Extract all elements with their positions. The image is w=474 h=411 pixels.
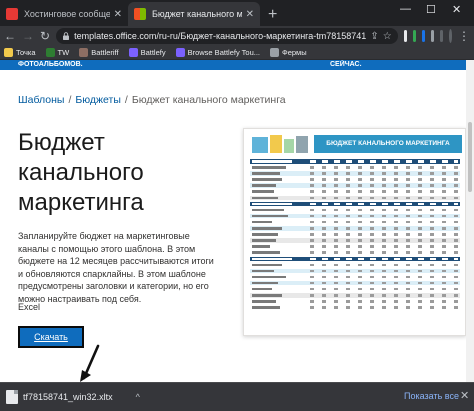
banner-text-right: СЕЙЧАС. <box>330 61 362 68</box>
preview-row <box>250 226 460 231</box>
preview-row <box>250 232 460 237</box>
back-button[interactable]: ← <box>4 28 16 44</box>
download-shelf: tf78158741_win32.xltx ^ Показать все ✕ <box>0 382 474 411</box>
new-tab-button[interactable]: + <box>268 4 277 26</box>
preview-table <box>250 159 460 311</box>
download-button[interactable]: Скачать <box>18 326 84 348</box>
preview-illustration-icon <box>252 135 308 153</box>
preview-row <box>250 299 460 304</box>
address-bar[interactable]: templates.office.com/ru-ru/Бюджет-каналь… <box>56 28 398 44</box>
sidebar-icon[interactable] <box>439 30 443 42</box>
file-icon <box>6 390 18 404</box>
tab-title: Бюджет канального маркетинг <box>152 9 242 19</box>
preview-row <box>250 305 460 310</box>
tab-strip: Хостинговое сообщество «Тим ✕ Бюджет кан… <box>0 0 474 26</box>
bookmark-icon <box>45 48 55 57</box>
preview-row <box>250 262 460 268</box>
preview-row <box>250 293 460 298</box>
maximize-button[interactable]: ☐ <box>426 3 436 16</box>
preview-row <box>250 177 460 182</box>
extension-green-icon[interactable] <box>412 30 416 42</box>
app-label: Excel <box>18 302 41 312</box>
minimize-button[interactable]: — <box>400 3 411 15</box>
tab-close-icon[interactable]: ✕ <box>246 9 254 20</box>
office-favicon-icon <box>134 8 146 20</box>
preview-row <box>250 171 460 176</box>
bookmarks-bar: Точка TW Battleriff Battlefy Browse Batt… <box>0 46 474 60</box>
bookmark-item[interactable]: Точка <box>4 48 36 57</box>
close-download-bar-icon[interactable]: ✕ <box>460 389 469 402</box>
share-icon[interactable]: ⇪ <box>370 31 378 42</box>
template-description: Запланируйте бюджет на маркетинговые кан… <box>18 231 214 304</box>
preview-row <box>250 250 460 255</box>
bookmark-icon <box>4 48 13 57</box>
download-filename[interactable]: tf78158741_win32.xltx <box>23 392 113 402</box>
extension-shield-icon[interactable] <box>421 30 425 42</box>
extension-icon[interactable] <box>403 30 407 42</box>
folder-icon <box>270 48 279 57</box>
preview-row <box>250 244 460 249</box>
preview-row <box>250 195 460 201</box>
tab-hosting-community[interactable]: Хостинговое сообщество «Тим ✕ <box>0 2 128 26</box>
preview-row <box>250 238 460 243</box>
bookmark-item[interactable]: TW <box>45 48 69 57</box>
preview-title: БЮДЖЕТ КАНАЛЬНОГО МАРКЕТИНГА <box>314 135 462 153</box>
page-title: Бюджет канального маркетинга <box>18 129 144 216</box>
bookmark-star-icon[interactable]: ☆ <box>383 31 392 42</box>
preview-row <box>250 256 460 261</box>
annotation-arrow-icon <box>80 344 100 382</box>
window-close-button[interactable]: ✕ <box>452 3 461 16</box>
reload-button[interactable]: ↻ <box>40 28 50 44</box>
web-page: ФОТОАЛЬБОМОВ. СЕЙЧАС. Шаблоны / Бюджеты … <box>0 60 474 382</box>
bookmark-icon <box>79 48 89 57</box>
preview-row <box>250 219 460 225</box>
breadcrumb-templates-link[interactable]: Шаблоны <box>18 94 64 106</box>
promo-banner: ФОТОАЛЬБОМОВ. СЕЙЧАС. <box>0 60 466 70</box>
tab-title: Хостинговое сообщество «Тим <box>24 9 110 19</box>
breadcrumb: Шаблоны / Бюджеты / Бюджет канального ма… <box>18 94 286 106</box>
chevron-up-icon[interactable]: ^ <box>136 392 140 402</box>
scrollbar-thumb[interactable] <box>468 122 472 192</box>
breadcrumb-separator: / <box>68 94 72 106</box>
bookmark-item[interactable]: Browse Battlefy Tou... <box>175 48 260 57</box>
preview-row <box>250 183 460 188</box>
banner-text-left: ФОТОАЛЬБОМОВ. <box>18 61 83 68</box>
preview-row <box>250 189 460 194</box>
tab-close-icon[interactable]: ✕ <box>114 9 122 20</box>
preview-row <box>250 280 460 286</box>
preview-row <box>250 201 460 207</box>
preview-row <box>250 274 460 280</box>
show-all-downloads-button[interactable]: Показать все <box>404 391 459 401</box>
breadcrumb-current: Бюджет канального маркетинга <box>131 94 286 106</box>
preview-row <box>250 165 460 170</box>
bookmark-icon <box>175 48 185 57</box>
breadcrumb-budgets-link[interactable]: Бюджеты <box>75 94 121 106</box>
download-item[interactable]: tf78158741_win32.xltx ^ <box>6 387 140 407</box>
url-text[interactable]: templates.office.com/ru-ru/Бюджет-каналь… <box>74 31 366 41</box>
bookmark-item[interactable]: Battleriff <box>79 48 119 57</box>
breadcrumb-separator: / <box>124 94 128 106</box>
preview-row <box>250 268 460 274</box>
browser-toolbar: ← → ↻ templates.office.com/ru-ru/Бюджет-… <box>0 26 474 46</box>
preview-row <box>250 213 460 219</box>
menu-button[interactable]: ⋮ <box>458 28 470 44</box>
page-scrollbar[interactable] <box>466 60 474 382</box>
puzzle-icon[interactable] <box>430 30 434 42</box>
hosting-favicon-icon <box>6 8 18 20</box>
forward-button[interactable]: → <box>22 28 34 44</box>
preview-row <box>250 207 460 213</box>
preview-row <box>250 286 460 292</box>
preview-row <box>250 159 460 164</box>
template-preview-image[interactable]: БЮДЖЕТ КАНАЛЬНОГО МАРКЕТИНГА <box>243 128 466 336</box>
bookmark-item[interactable]: Battlefy <box>128 48 166 57</box>
bookmark-icon <box>128 48 138 57</box>
lock-icon[interactable] <box>62 32 70 40</box>
tab-budget-template[interactable]: Бюджет канального маркетинг ✕ <box>128 2 260 26</box>
profile-avatar[interactable] <box>448 29 452 43</box>
bookmark-item[interactable]: Фермы <box>270 48 307 57</box>
